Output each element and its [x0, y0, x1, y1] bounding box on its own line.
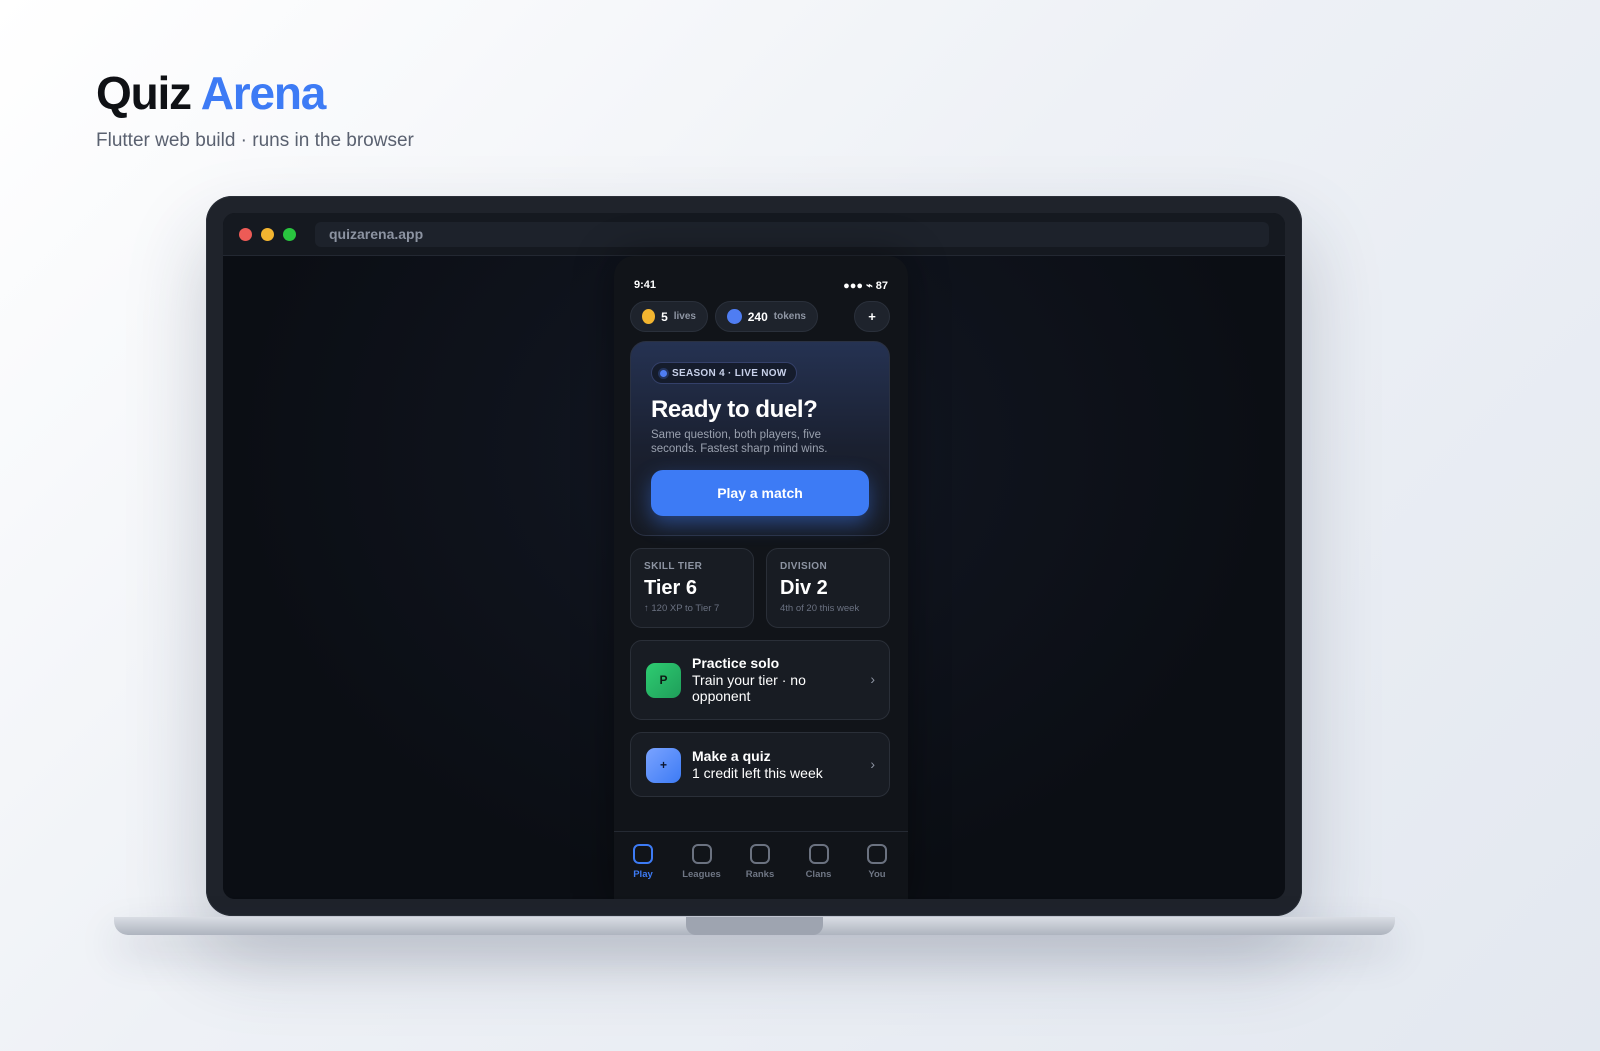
play-tab-icon	[633, 844, 653, 864]
hero-description: Same question, both players, five second…	[651, 429, 828, 455]
make-quiz-subtitle: 1 credit left this week	[692, 765, 823, 781]
skill-tier-value: Tier 6	[644, 577, 697, 599]
tab-you[interactable]: You	[848, 844, 906, 880]
tab-play[interactable]: Play	[614, 844, 672, 880]
tab-ranks[interactable]: Ranks	[731, 844, 789, 880]
title-main: Quiz	[96, 67, 192, 119]
tab-label: Ranks	[745, 869, 775, 880]
clans-tab-icon	[808, 844, 829, 864]
laptop-frame: quizarena.app 9:41 ●●● ⌁ 87 5 lives 240 …	[206, 196, 1302, 916]
chevron-right-icon: ›	[870, 756, 875, 772]
laptop-base	[114, 917, 1395, 935]
tab-label: Clans	[805, 869, 832, 880]
maximize-window-button[interactable]	[283, 228, 296, 241]
tokens-counter[interactable]: 240 tokens	[715, 301, 818, 332]
tab-label: You	[868, 869, 886, 880]
add-currency-button[interactable]: +	[854, 301, 890, 332]
tokens-unit: tokens	[773, 311, 806, 322]
status-bar: 9:41 ●●● ⌁ 87	[634, 279, 888, 293]
leagues-tab-icon	[691, 844, 712, 864]
make-quiz-text: Make a quiz 1 credit left this week	[692, 748, 852, 781]
skill-tier-progress: ↑ 120 XP to Tier 7	[644, 603, 720, 614]
skill-tier-card[interactable]: SKILL TIER Tier 6 ↑ 120 XP to Tier 7	[630, 548, 754, 628]
practice-icon: P	[646, 663, 681, 698]
make-quiz-title: Make a quiz	[692, 748, 771, 764]
season-badge-label: SEASON 4 · LIVE NOW	[672, 367, 787, 379]
app-screen: 9:41 ●●● ⌁ 87 5 lives 240 tokens + SEASO…	[614, 256, 908, 899]
lives-unit: lives	[673, 311, 696, 322]
lives-value: 5	[661, 309, 668, 324]
skill-tier-label: SKILL TIER	[644, 561, 703, 572]
chevron-right-icon: ›	[870, 671, 875, 687]
page-header: Quiz Arena Flutter web build · runs in t…	[96, 66, 414, 152]
laptop-screen: quizarena.app 9:41 ●●● ⌁ 87 5 lives 240 …	[223, 213, 1285, 899]
lives-coin-icon	[642, 309, 656, 324]
practice-solo-row[interactable]: P Practice solo Train your tier · no opp…	[630, 640, 890, 720]
browser-chrome: quizarena.app	[223, 213, 1285, 256]
status-time: 9:41	[634, 279, 657, 291]
laptop-notch	[686, 917, 823, 935]
division-value: Div 2	[780, 577, 828, 599]
division-card[interactable]: DIVISION Div 2 4th of 20 this week	[766, 548, 890, 628]
lives-counter[interactable]: 5 lives	[630, 301, 708, 332]
season-badge: SEASON 4 · LIVE NOW	[651, 362, 797, 384]
division-rank: 4th of 20 this week	[780, 603, 860, 614]
practice-subtitle: Train your tier · no opponent	[692, 672, 806, 704]
bottom-tab-bar: Play Leagues Ranks Clans You	[614, 831, 908, 899]
tokens-coin-icon	[727, 309, 742, 324]
title-accent: Arena	[200, 67, 327, 119]
minimize-window-button[interactable]	[261, 228, 274, 241]
tokens-value: 240	[747, 309, 768, 324]
tab-leagues[interactable]: Leagues	[673, 844, 731, 880]
season-hero-card: SEASON 4 · LIVE NOW Ready to duel? Same …	[630, 341, 890, 536]
page-subtitle: Flutter web build · runs in the browser	[96, 130, 414, 151]
division-label: DIVISION	[780, 561, 828, 572]
practice-title: Practice solo	[692, 655, 780, 671]
make-quiz-row[interactable]: + Make a quiz 1 credit left this week ›	[630, 732, 890, 797]
hero-title: Ready to duel?	[651, 396, 818, 423]
page-title: Quiz Arena	[96, 66, 414, 120]
tab-label: Play	[633, 869, 653, 880]
practice-text: Practice solo Train your tier · no oppon…	[692, 655, 852, 704]
address-bar[interactable]: quizarena.app	[315, 222, 1269, 247]
browser-viewport: 9:41 ●●● ⌁ 87 5 lives 240 tokens + SEASO…	[223, 256, 1285, 899]
tab-label: Leagues	[682, 869, 721, 880]
close-window-button[interactable]	[239, 228, 252, 241]
ranks-tab-icon	[750, 844, 770, 864]
you-tab-icon	[867, 844, 887, 864]
tab-clans[interactable]: Clans	[790, 844, 848, 880]
make-quiz-icon: +	[646, 748, 681, 783]
play-match-button[interactable]: Play a match	[651, 470, 869, 516]
live-dot-icon	[660, 369, 667, 377]
status-indicators: ●●● ⌁ 87	[843, 280, 888, 292]
